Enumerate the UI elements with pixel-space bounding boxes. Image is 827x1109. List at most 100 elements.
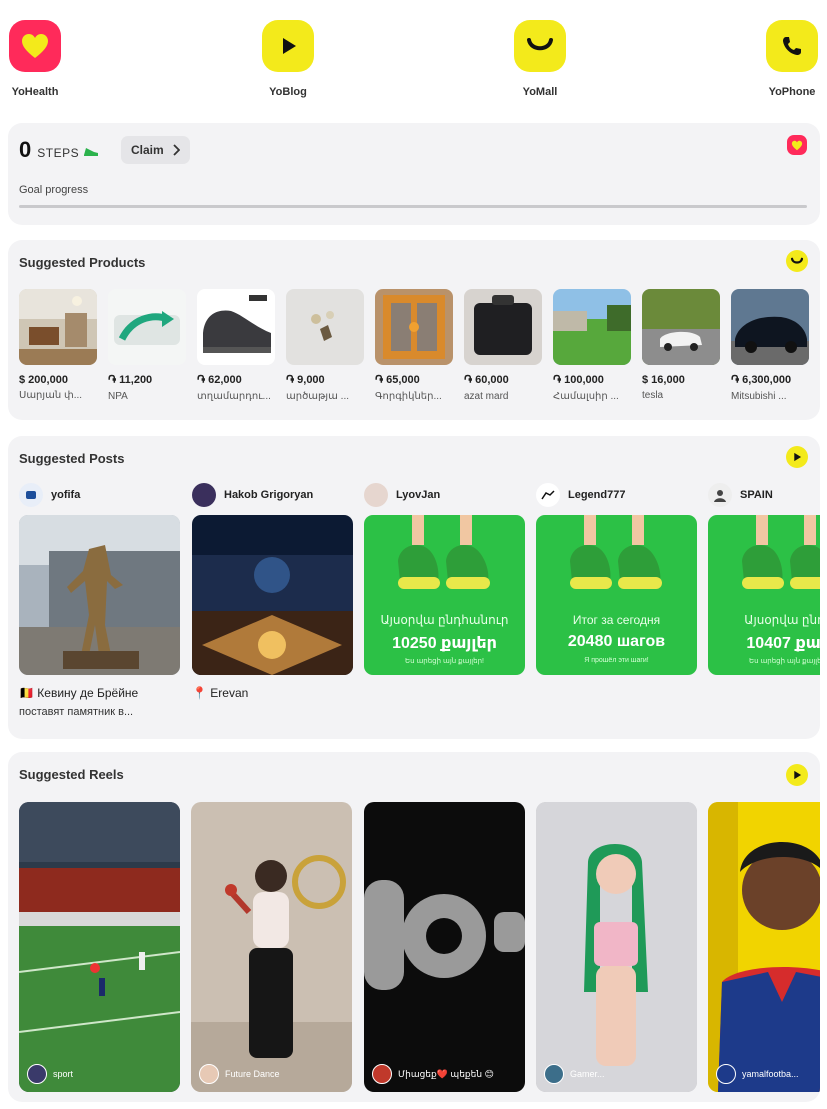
reel-author[interactable]: Միացեք❤️ պեքեն 😊 xyxy=(372,1064,494,1084)
suggested-posts-section: Suggested Posts yofifa 🇧🇪 Кевину де Брёй… xyxy=(8,436,820,739)
product-price: ֏ 62,000 xyxy=(197,374,242,386)
post-card[interactable]: Hakob Grigoryan 📍 Erevan xyxy=(192,483,353,700)
play-icon xyxy=(262,20,314,72)
app-label: YoMall xyxy=(522,86,558,98)
reel-thumbnail xyxy=(708,802,820,1092)
phone-icon xyxy=(766,20,818,72)
post-caption-detail: поставят памятник в... xyxy=(19,706,134,718)
suggested-reels-section: Suggested Reels sport Future Dance Միացե… xyxy=(8,752,820,1102)
post-caption: 🇧🇪 Кевину де Брёйне xyxy=(19,686,139,700)
product-price: ֏ 6,300,000 xyxy=(731,374,792,386)
product-card[interactable]: $ 16,000 tesla xyxy=(642,289,720,401)
product-image xyxy=(464,289,542,365)
post-author[interactable]: LyovJan xyxy=(364,483,525,507)
post-overlay-title: Итог за сегодня xyxy=(572,613,661,627)
reel-thumbnail xyxy=(19,802,180,1092)
product-price: ֏ 60,000 xyxy=(464,374,509,386)
post-caption: 📍 Erevan xyxy=(192,686,249,700)
product-image xyxy=(19,289,97,365)
reel-author[interactable]: Future Dance xyxy=(199,1064,280,1084)
app-yomall[interactable]: YoMall xyxy=(495,20,585,98)
reel-thumbnail xyxy=(364,802,525,1092)
reel-author[interactable]: Gamer... xyxy=(544,1064,605,1084)
product-name: Գորգիկներ... xyxy=(375,391,442,402)
avatar xyxy=(364,483,388,507)
product-name: NPA xyxy=(108,391,128,402)
app-label: YoPhone xyxy=(768,86,816,98)
app-yophone[interactable]: YoPhone xyxy=(747,20,827,98)
suggested-products-section: Suggested Products $ 200,000 Սարյան փ...… xyxy=(8,240,820,420)
post-overlay-steps: 20480 шагов xyxy=(567,633,666,650)
post-card[interactable]: LyovJan Այսօրվա ընդհանուր 10250 քայլեր Ե… xyxy=(364,483,525,675)
product-image xyxy=(108,289,186,365)
post-author[interactable]: yofifa xyxy=(19,483,180,507)
chevron-right-icon xyxy=(173,144,180,156)
reel-card[interactable]: yamalfootba... xyxy=(708,802,820,1092)
heart-icon[interactable] xyxy=(787,135,807,155)
post-image xyxy=(19,515,180,675)
reel-thumbnail xyxy=(536,802,697,1092)
product-image xyxy=(642,289,720,365)
avatar xyxy=(27,1064,47,1084)
app-yohealth[interactable]: YoHealth xyxy=(0,20,80,98)
product-card[interactable]: ֏ 9,000 արծաթյա ... xyxy=(286,289,364,402)
product-image xyxy=(375,289,453,365)
post-image: Այսօրվա ընդհանուր 10250 քայլեր Ես արեցի … xyxy=(364,515,525,675)
product-card[interactable]: ֏ 65,000 Գորգիկներ... xyxy=(375,289,453,402)
post-card[interactable]: yofifa 🇧🇪 Кевину де Брёйне поставят памя… xyxy=(19,483,180,718)
reel-label: yamalfootba... xyxy=(742,1069,799,1079)
post-image: Итог за сегодня 20480 шагов Я прошёл эти… xyxy=(536,515,697,675)
product-card[interactable]: ֏ 11,200 NPA xyxy=(108,289,186,402)
avatar xyxy=(708,483,732,507)
product-card[interactable]: ֏ 100,000 Համալսիր ... xyxy=(553,289,631,402)
product-name: azat mard xyxy=(464,391,509,402)
product-image xyxy=(553,289,631,365)
reel-label: Միացեք❤️ պեքեն 😊 xyxy=(398,1068,494,1079)
avatar xyxy=(716,1064,736,1084)
product-card[interactable]: ֏ 6,300,000 Mitsubishi ... xyxy=(731,289,809,402)
author-name: SPAIN xyxy=(740,489,773,501)
app-yoblog[interactable]: YoBlog xyxy=(243,20,333,98)
play-icon[interactable] xyxy=(786,446,808,468)
steps-card: 0 STEPS Claim Goal progress xyxy=(8,123,820,225)
reel-card[interactable]: Future Dance xyxy=(191,802,352,1092)
post-overlay-steps: 10250 քայլեր xyxy=(392,635,497,652)
section-title: Suggested Posts xyxy=(19,451,125,466)
avatar xyxy=(192,483,216,507)
reel-card[interactable]: Gamer... xyxy=(536,802,697,1092)
post-image: Այսօրվա ընդհ 10407 քայլ Ես արեցի այն քայ… xyxy=(708,515,820,675)
reel-card[interactable]: sport xyxy=(19,802,180,1092)
product-card[interactable]: ֏ 60,000 azat mard xyxy=(464,289,542,402)
avatar xyxy=(536,483,560,507)
app-label: YoHealth xyxy=(11,86,59,98)
heart-icon xyxy=(9,20,61,72)
product-name: արծաթյա ... xyxy=(286,391,349,402)
author-name: Hakob Grigoryan xyxy=(224,489,314,501)
product-card[interactable]: $ 200,000 Սարյան փ... xyxy=(19,289,97,401)
product-price: $ 16,000 xyxy=(642,374,685,386)
product-card[interactable]: ֏ 62,000 տղամարդու... xyxy=(197,289,275,402)
claim-button[interactable]: Claim xyxy=(121,136,190,164)
steps-count: 0 xyxy=(19,137,32,162)
product-price: ֏ 11,200 xyxy=(108,374,153,386)
reel-author[interactable]: sport xyxy=(27,1064,73,1084)
reel-card[interactable]: Միացեք❤️ պեքեն 😊 xyxy=(364,802,525,1092)
section-title: Suggested Products xyxy=(19,255,146,270)
product-name: tesla xyxy=(642,390,664,401)
post-overlay-title: Այսօրվա ընդհանուր xyxy=(380,613,509,627)
post-card[interactable]: Legend777 Итог за сегодня 20480 шагов Я … xyxy=(536,483,697,675)
product-image xyxy=(731,289,809,365)
reel-label: sport xyxy=(53,1069,74,1079)
steps-unit: STEPS xyxy=(37,146,80,160)
play-icon[interactable] xyxy=(786,764,808,786)
author-name: Legend777 xyxy=(568,489,626,501)
post-author[interactable]: Hakob Grigoryan xyxy=(192,483,353,507)
post-author[interactable]: SPAIN xyxy=(708,483,820,507)
smile-icon[interactable] xyxy=(786,250,808,272)
product-price: $ 200,000 xyxy=(19,374,68,386)
post-card[interactable]: SPAIN Այսօրվա ընդհ 10407 քայլ Ես արեցի ա… xyxy=(708,483,820,675)
reel-author[interactable]: yamalfootba... xyxy=(716,1064,799,1084)
avatar xyxy=(544,1064,564,1084)
claim-label: Claim xyxy=(131,143,164,157)
post-author[interactable]: Legend777 xyxy=(536,483,697,507)
